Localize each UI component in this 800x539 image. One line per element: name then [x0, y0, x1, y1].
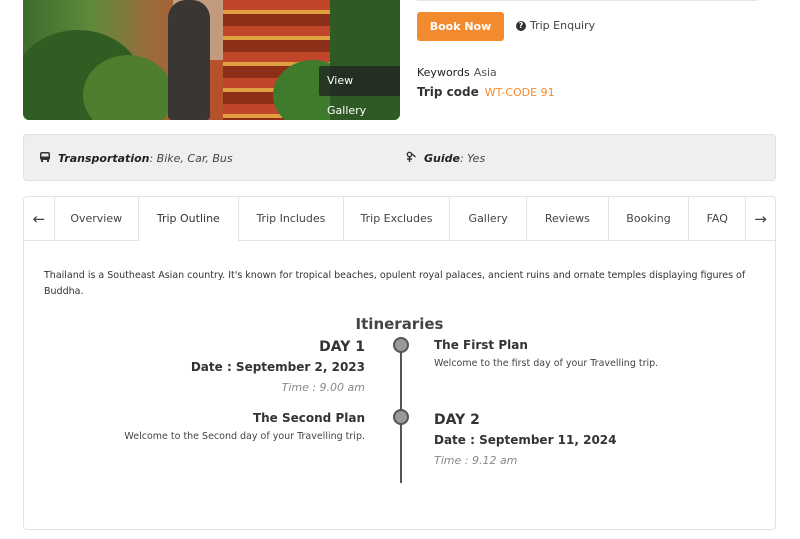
tab-trip-excludes[interactable]: Trip Excludes [344, 197, 451, 241]
tab-reviews[interactable]: Reviews [527, 197, 609, 241]
transportation-label: Transportation [58, 152, 150, 165]
trip-enquiry-label: Trip Enquiry [530, 19, 596, 32]
book-now-button[interactable]: Book Now [417, 12, 504, 41]
itineraries-title: Itineraries [355, 315, 444, 333]
day-1-time: Time : 9.00 am [281, 381, 365, 394]
image-statue [168, 0, 210, 120]
trip-code-value: WT-CODE 91 [484, 86, 555, 99]
tab-trip-includes[interactable]: Trip Includes [239, 197, 344, 241]
day-2-time: Time : 9.12 am [434, 454, 518, 467]
guide-icon [404, 151, 418, 166]
bus-icon [38, 151, 52, 166]
day-1-plan-desc: Welcome to the first day of your Travell… [434, 358, 659, 369]
transportation-fact: Transportation: Bike, Car, Bus [38, 151, 233, 166]
image-tree [83, 55, 173, 120]
trip-description: Thailand is a Southeast Asian country. I… [44, 270, 746, 297]
guide-label: Guide [424, 152, 460, 165]
day-1-date: Date : September 2, 2023 [190, 360, 365, 374]
trip-code-row: Trip code WT-CODE 91 [417, 85, 555, 99]
day-2-label: DAY 2 [434, 412, 480, 428]
tab-gallery[interactable]: Gallery [450, 197, 527, 241]
trip-facts-bar: Transportation: Bike, Car, Bus Guide: Ye… [23, 134, 776, 181]
keywords-value[interactable]: Asia [474, 66, 497, 79]
trip-code-label: Trip code [417, 85, 479, 99]
trip-enquiry-link[interactable]: ? Trip Enquiry [516, 19, 595, 32]
keywords-row: Keywords Asia [417, 66, 497, 79]
day-2-date: Date : September 11, 2024 [434, 433, 617, 447]
guide-value: : Yes [459, 152, 486, 165]
tab-overview[interactable]: Overview [53, 197, 139, 241]
tabs-next-arrow-icon[interactable]: → [745, 197, 775, 241]
tab-booking[interactable]: Booking [609, 197, 690, 241]
keywords-label: Keywords [417, 66, 470, 79]
day-1-plan-title: The First Plan [434, 338, 528, 352]
trip-gallery-image[interactable]: View Gallery [23, 0, 400, 120]
tab-trip-outline[interactable]: Trip Outline [138, 197, 240, 242]
view-gallery-button[interactable]: View Gallery [319, 66, 400, 117]
question-icon: ? [516, 20, 526, 31]
timeline-dot [393, 409, 409, 425]
tab-bar: ← Overview Trip Outline Trip Includes Tr… [24, 197, 775, 242]
tab-faq[interactable]: FAQ [689, 197, 745, 241]
day-1-label: DAY 1 [319, 339, 365, 355]
day-2-plan-desc: Welcome to the Second day of your Travel… [124, 431, 365, 442]
divider [417, 0, 757, 1]
trip-details-panel: ← Overview Trip Outline Trip Includes Tr… [23, 196, 776, 530]
tabs-prev-arrow-icon[interactable]: ← [24, 197, 54, 241]
timeline-dot [393, 337, 409, 353]
transportation-value: : Bike, Car, Bus [149, 152, 233, 165]
guide-fact: Guide: Yes [404, 151, 485, 166]
day-2-plan-title: The Second Plan [252, 411, 365, 425]
